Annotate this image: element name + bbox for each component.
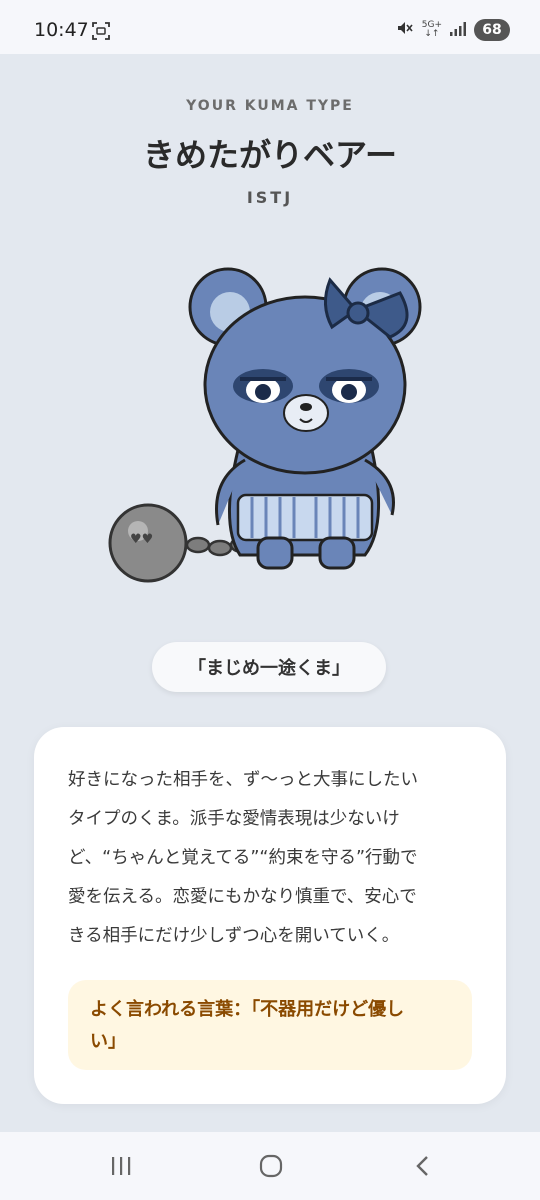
recents-button[interactable] xyxy=(106,1152,136,1180)
recents-icon xyxy=(112,1157,131,1175)
description-line: タイプのくま。派手な愛情表現は少ないけ xyxy=(68,809,400,829)
description-line: 愛を伝える。恋愛にもかなり慎重で、安心で xyxy=(68,887,417,907)
bear-illustration: ♥♥ xyxy=(100,255,440,595)
quote-line: い」 xyxy=(90,1031,126,1052)
signal-icon xyxy=(450,21,466,40)
description-text: 好きになった相手を、ず〜っと大事にしたい タイプのくま。派手な愛情表現は少ないけ… xyxy=(68,761,478,956)
page-title: きめたがりベアー xyxy=(142,136,398,174)
description-line: ど、“ちゃんと覚えてる”“約束を守る”行動で xyxy=(68,848,418,868)
battery-indicator: 68 xyxy=(474,19,510,41)
svg-text:♥♥: ♥♥ xyxy=(130,532,153,547)
home-icon xyxy=(259,1154,283,1178)
quote-line: よく言われる言葉：「不器用だけど優し xyxy=(90,999,405,1020)
description-line: 好きになった相手を、ず〜っと大事にしたい xyxy=(68,770,418,790)
home-button[interactable] xyxy=(256,1152,286,1180)
description-line: きる相手にだけ少しずつ心を開いていく。 xyxy=(68,926,400,946)
description-card: 好きになった相手を、ず〜っと大事にしたい タイプのくま。派手な愛情表現は少ないけ… xyxy=(34,727,506,1104)
back-icon xyxy=(416,1156,428,1176)
section-eyebrow: YOUR KUMA TYPE xyxy=(186,98,354,114)
nickname-badge: 「まじめ一途くま」 xyxy=(152,642,386,692)
quote-text: よく言われる言葉：「不器用だけど優し い」 xyxy=(90,994,460,1058)
network-label: 5G+ xyxy=(421,20,442,30)
status-time: 10:47 xyxy=(34,19,89,41)
status-bar: 10:47 5G+ ↓↑ 68 xyxy=(0,0,540,54)
type-code: ISTJ xyxy=(246,188,294,207)
iron-ball-icon: ♥♥ xyxy=(108,503,188,583)
status-indicators: 5G+ ↓↑ 68 xyxy=(396,16,510,44)
network-indicator: 5G+ ↓↑ xyxy=(421,20,442,39)
navigation-bar xyxy=(0,1132,540,1200)
mute-icon xyxy=(396,19,414,41)
screen-capture-icon xyxy=(92,22,110,44)
quote-box: よく言われる言葉：「不器用だけど優し い」 xyxy=(68,980,472,1070)
back-button[interactable] xyxy=(408,1152,438,1180)
